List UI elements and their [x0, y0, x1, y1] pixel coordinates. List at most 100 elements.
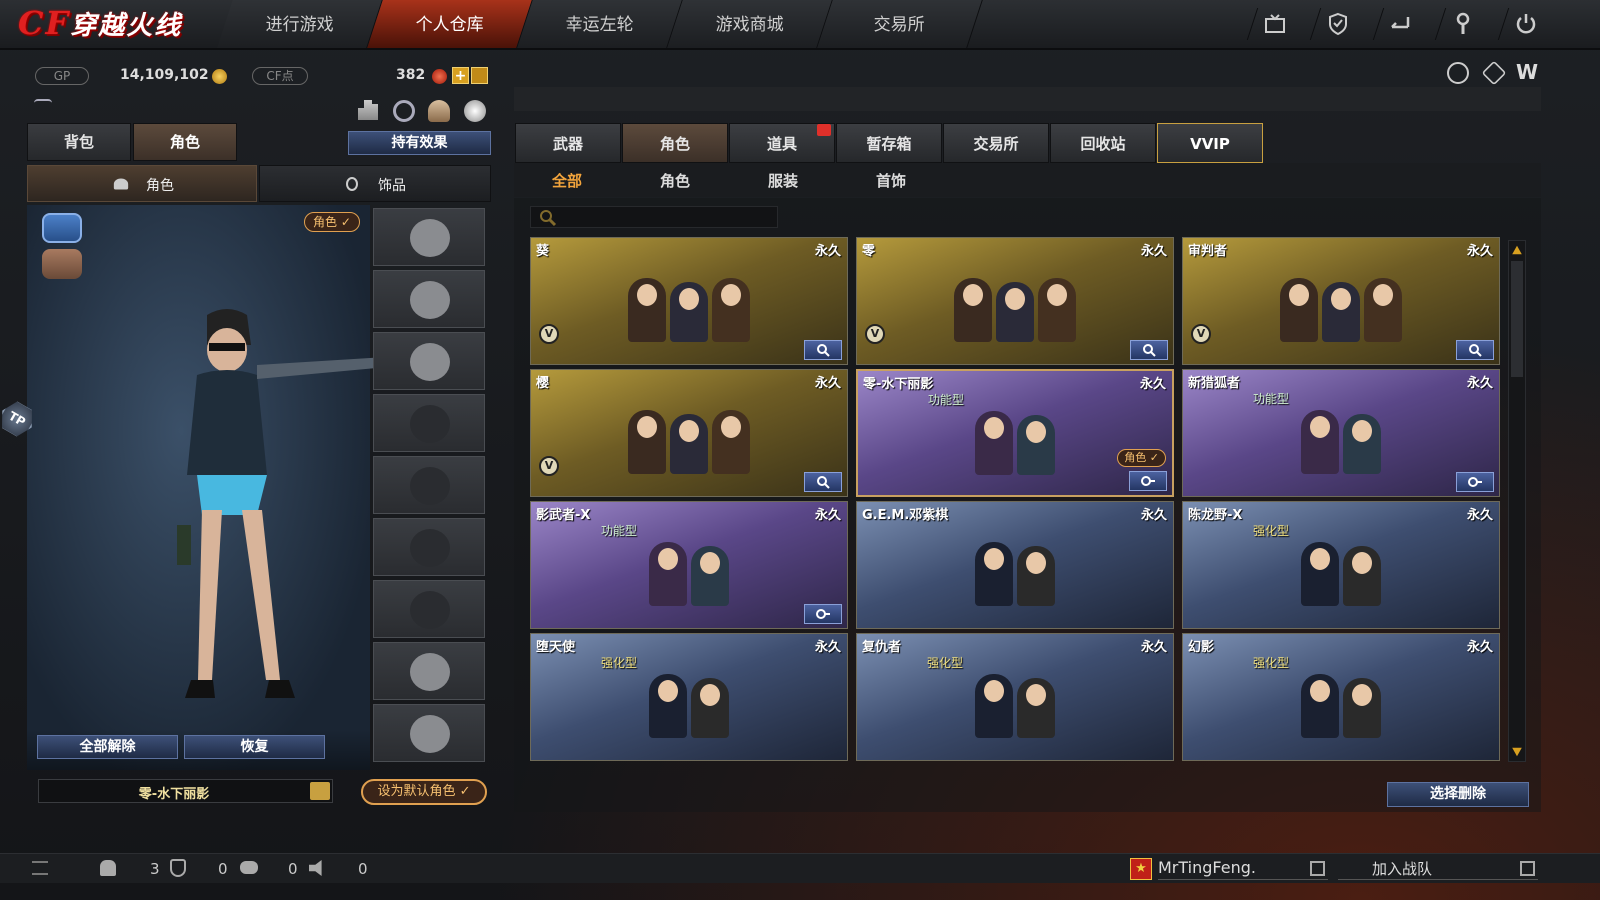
subtab-1[interactable]: 角色 [625, 170, 725, 192]
nav-tab-1[interactable]: 个人仓库 [367, 0, 533, 48]
effect-button[interactable]: 持有效果 [348, 131, 491, 155]
clan-shield-icon[interactable] [170, 859, 186, 877]
eagle-emblem-icon[interactable] [42, 249, 82, 279]
right-tab-5[interactable]: 回收站 [1050, 123, 1156, 163]
ranking-icon[interactable] [358, 100, 378, 120]
scrollbar[interactable] [1508, 240, 1526, 762]
knife-decor-slot[interactable] [373, 704, 485, 762]
right-tab-6[interactable]: VVIP [1157, 123, 1263, 163]
card-duration: 永久 [1466, 376, 1493, 391]
nav-tab-4[interactable]: 交易所 [817, 0, 983, 48]
right-tab-3[interactable]: 暂存箱 [836, 123, 942, 163]
character-card[interactable]: 葵 永久 V [530, 237, 848, 365]
preview-button[interactable] [1456, 340, 1494, 360]
weapon-slot[interactable] [373, 208, 485, 266]
character-card[interactable]: 新猎狐者 永久 功能型 [1182, 369, 1500, 497]
list-icon[interactable] [32, 861, 48, 875]
helmet-slot[interactable] [373, 270, 485, 328]
character-card[interactable]: 审判者 永久 V [1182, 237, 1500, 365]
dragon-decor-slot[interactable] [373, 642, 485, 700]
subtab-2[interactable]: 服装 [733, 170, 833, 192]
settings-button[interactable] [1129, 471, 1167, 491]
chat-icon[interactable] [240, 861, 258, 874]
speaker-icon[interactable] [309, 860, 322, 876]
scroll-up-icon[interactable] [1512, 245, 1522, 255]
preview-button[interactable] [1130, 340, 1168, 360]
body-icon [410, 405, 450, 443]
character-card[interactable]: 零-水下丽影 永久 功能型 角色 ✓ [856, 369, 1174, 497]
bottom-status-bar: 3 0 0 0 ★ MrTingFeng. 加入战队 [0, 853, 1600, 883]
globe-icon[interactable] [1447, 62, 1469, 84]
vvip-badge-icon: V [1191, 324, 1211, 344]
card-duration: 永久 [1466, 244, 1493, 259]
scroll-thumb[interactable] [1511, 261, 1523, 377]
subtab-role[interactable]: 角色 [27, 165, 257, 202]
right-tab-1[interactable]: 角色 [622, 123, 728, 163]
vest-icon [410, 529, 450, 567]
subtab-accessory[interactable]: 饰品 [259, 165, 491, 202]
shield-icon[interactable] [1309, 8, 1365, 40]
restore-button[interactable]: 恢复 [184, 735, 325, 759]
voice-count: 0 [358, 860, 368, 878]
character-card[interactable]: 复仇者 永久 强化型 [856, 633, 1174, 761]
preview-button[interactable] [804, 340, 842, 360]
nav-tab-0[interactable]: 进行游戏 [217, 0, 383, 48]
refresh-icon[interactable] [471, 67, 488, 84]
card-duration: 永久 [814, 376, 841, 391]
character-card[interactable]: G.E.M.邓紫棋 永久 [856, 501, 1174, 629]
card-duration: 永久 [1140, 244, 1167, 259]
character-card[interactable]: 陈龙野-X 永久 强化型 [1182, 501, 1500, 629]
character-card[interactable]: 幻影 永久 强化型 [1182, 633, 1500, 761]
vvip-w-icon[interactable]: W [1516, 60, 1538, 84]
pendant-slot[interactable] [373, 580, 485, 638]
star-badge-icon[interactable] [1481, 60, 1507, 86]
goggles-slot[interactable] [373, 332, 485, 390]
scroll-down-icon[interactable] [1512, 747, 1522, 757]
recharge-plus-icon[interactable]: + [452, 67, 469, 84]
character-card[interactable]: 零 永久 V [856, 237, 1174, 365]
preview-button[interactable] [804, 472, 842, 492]
menu-icon[interactable] [310, 782, 330, 800]
friends-icon[interactable] [100, 860, 116, 876]
rotate-icon[interactable] [393, 100, 415, 122]
right-tab-4[interactable]: 交易所 [943, 123, 1049, 163]
power-icon[interactable] [1497, 8, 1553, 40]
wrench-icon[interactable] [1434, 8, 1490, 40]
vest-slot[interactable] [373, 518, 485, 576]
role-badge: 角色 ✓ [304, 212, 360, 232]
right-tab-0[interactable]: 武器 [515, 123, 621, 163]
vip-emblem-icon[interactable] [42, 213, 82, 243]
left-tab-1[interactable]: 角色 [133, 123, 237, 161]
unequip-all-button[interactable]: 全部解除 [37, 735, 178, 759]
subtab-3[interactable]: 首饰 [841, 170, 941, 192]
character-card[interactable]: 樱 永久 V [530, 369, 848, 497]
settings-button[interactable] [1456, 472, 1494, 492]
vvip-badge-icon: V [865, 324, 885, 344]
body-slot[interactable] [373, 394, 485, 452]
character-preview[interactable]: 角色 ✓ [27, 205, 387, 770]
join-team-button[interactable]: 加入战队 [1338, 858, 1538, 880]
exit-icon[interactable] [1372, 8, 1428, 40]
gift-icon [817, 124, 831, 136]
subtab-0[interactable]: 全部 [517, 170, 617, 192]
right-header-strip [514, 87, 1541, 111]
current-role-display: 零-水下丽影 [38, 779, 333, 803]
character-card[interactable]: 影武者-X 永久 功能型 [530, 501, 848, 629]
card-duration: 永久 [814, 640, 841, 655]
username-field[interactable]: MrTingFeng. [1158, 858, 1328, 880]
open-profile-icon[interactable] [1310, 861, 1325, 876]
nav-tab-3[interactable]: 游戏商城 [667, 0, 833, 48]
card-name: 零 [862, 244, 876, 259]
set-default-role-button[interactable]: 设为默认角色 ✓ [361, 779, 487, 805]
left-tab-0[interactable]: 背包 [27, 123, 131, 161]
grenade-icon[interactable] [464, 100, 486, 122]
character-pose-icon[interactable] [428, 100, 450, 122]
open-team-icon[interactable] [1520, 861, 1535, 876]
character-card[interactable]: 堕天使 永久 强化型 [530, 633, 848, 761]
select-delete-button[interactable]: 选择删除 [1387, 782, 1529, 807]
nav-tab-2[interactable]: 幸运左轮 [517, 0, 683, 48]
pendant-icon [410, 591, 450, 629]
settings-button[interactable] [804, 604, 842, 624]
backpack-slot[interactable] [373, 456, 485, 514]
tv-icon[interactable] [1246, 8, 1302, 40]
